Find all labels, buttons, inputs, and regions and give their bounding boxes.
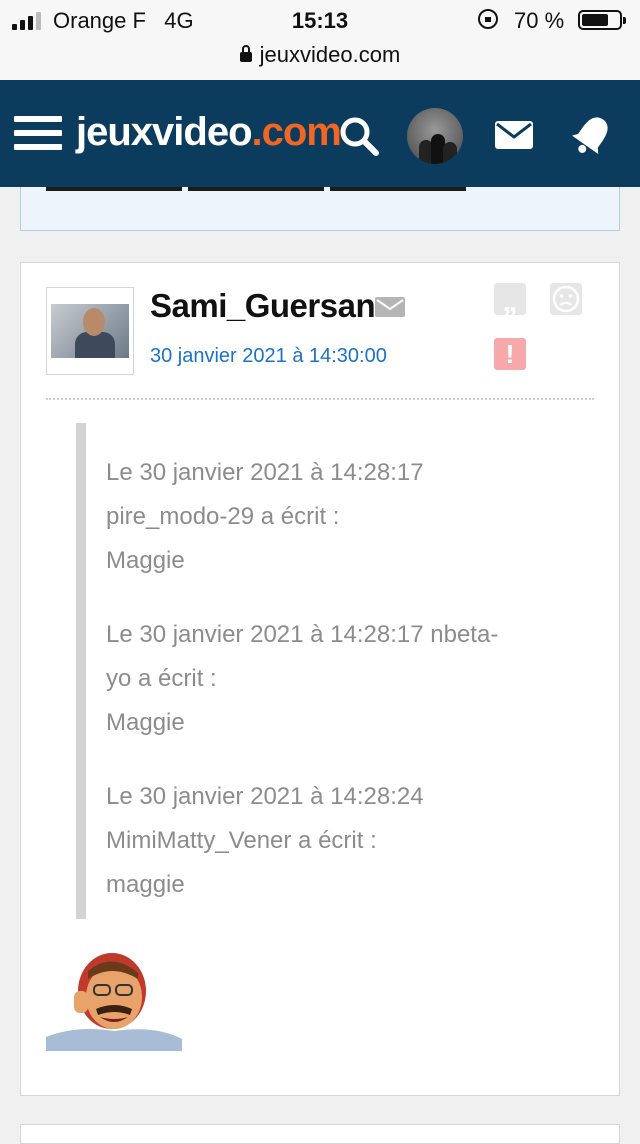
menu-icon[interactable] [14, 116, 62, 156]
quote-paragraph: Le 30 janvier 2021 à 14:28:17 nbeta- yo … [106, 621, 499, 736]
quote-paragraph: Le 30 janvier 2021 à 14:28:24 MimiMatty_… [106, 783, 424, 898]
status-bar: Orange F 4G 15:13 70 % jeuxvideo.com [0, 0, 640, 80]
author-avatar[interactable] [46, 287, 134, 375]
padlock-icon [239, 45, 252, 62]
forum-message: Sami_Guersan 30 janvier 2021 à 14:30:00 … [20, 262, 620, 1096]
rotation-lock-icon [478, 9, 498, 29]
address-bar[interactable]: jeuxvideo.com [0, 42, 640, 68]
site-logo[interactable]: jeuxvideo.com [76, 110, 342, 155]
battery-icon [578, 10, 626, 30]
battery-percent: 70 % [514, 8, 565, 33]
report-icon[interactable]: ! [494, 338, 526, 370]
private-message-icon[interactable] [375, 297, 405, 317]
notification-bell-icon[interactable] [572, 112, 612, 158]
quote-icon[interactable]: „ [494, 283, 526, 318]
post-date-link[interactable]: 30 janvier 2021 à 14:30:00 [150, 345, 387, 368]
quote-paragraph: Le 30 janvier 2021 à 14:28:17 pire_modo-… [106, 459, 424, 574]
previous-message-card [20, 187, 620, 231]
next-message-card [20, 1124, 620, 1144]
blacklist-icon[interactable] [550, 283, 582, 315]
divider [46, 398, 594, 400]
mail-icon[interactable] [494, 120, 534, 150]
user-avatar[interactable] [407, 108, 463, 164]
search-icon[interactable] [339, 116, 379, 156]
author-name[interactable]: Sami_Guersan [150, 287, 376, 325]
site-header: jeuxvideo.com [0, 80, 640, 187]
quote-block: Le 30 janvier 2021 à 14:28:17 pire_modo-… [76, 423, 576, 919]
url-text: jeuxvideo.com [259, 42, 401, 67]
laughing-man-sticker [46, 951, 182, 1051]
